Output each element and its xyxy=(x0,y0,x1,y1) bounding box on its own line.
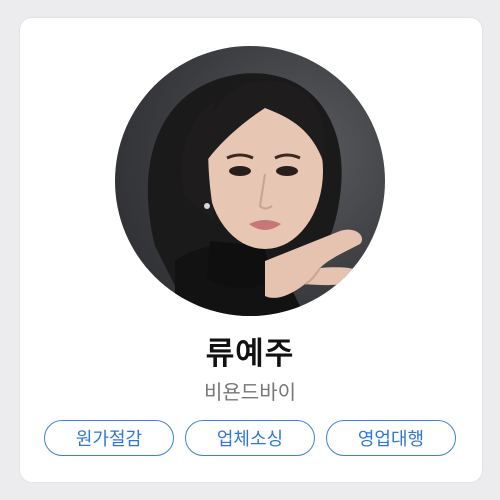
company-name: 비욘드바이 xyxy=(204,380,296,404)
portrait-illustration xyxy=(147,73,363,316)
profile-avatar xyxy=(115,46,385,316)
tag-list: 원가절감 업체소싱 영업대행 xyxy=(44,420,456,458)
profile-name: 류예주 xyxy=(205,336,295,372)
tag-chip[interactable]: 영업대행 xyxy=(326,420,456,456)
tag-chip[interactable]: 업체소싱 xyxy=(185,420,315,456)
tag-chip[interactable]: 원가절감 xyxy=(44,420,174,456)
